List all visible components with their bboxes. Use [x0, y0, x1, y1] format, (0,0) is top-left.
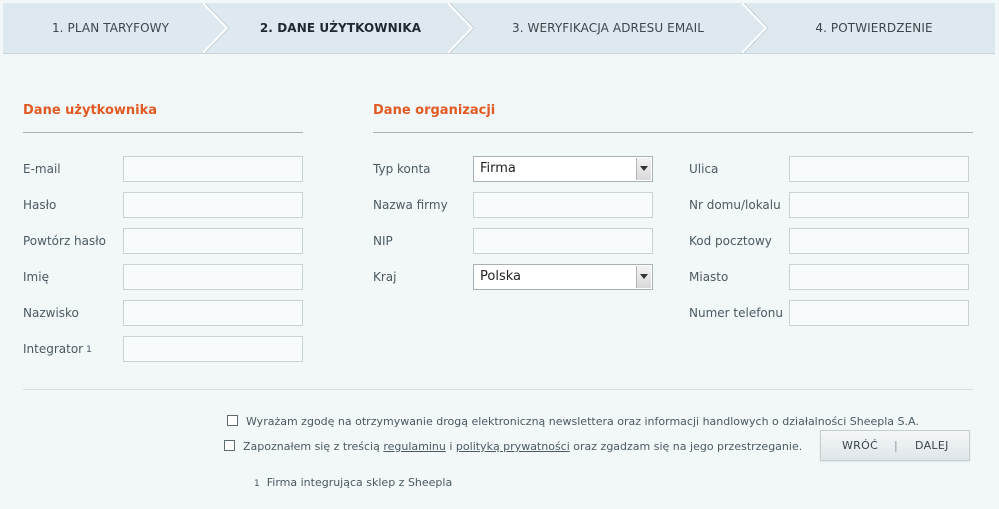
email-input[interactable] — [123, 156, 303, 182]
phone-input[interactable] — [789, 300, 969, 326]
terms-text-after: oraz zgadzam się na jego przestrzeganie. — [573, 440, 803, 453]
last-name-input[interactable] — [123, 300, 303, 326]
user-section-title: Dane użytkownika — [23, 103, 158, 118]
next-button[interactable]: DALEJ — [915, 431, 949, 460]
house-number-input[interactable] — [789, 192, 969, 218]
terms-checkbox[interactable] — [224, 440, 235, 451]
first-name-label: Imię — [23, 270, 49, 284]
country-label: Kraj — [373, 270, 397, 284]
first-name-input[interactable] — [123, 264, 303, 290]
phone-label: Numer telefonu — [689, 306, 783, 320]
user-section-rule — [23, 132, 303, 133]
step-separator-chevron — [448, 3, 475, 53]
privacy-policy-link[interactable]: polityką prywatności — [456, 440, 570, 453]
org-section-title: Dane organizacji — [373, 103, 496, 118]
wizard-steps: 1. PLAN TARYFOWY 2. DANE UŻYTKOWNIKA 3. … — [3, 3, 995, 54]
chevron-down-icon[interactable] — [636, 158, 651, 180]
step-separator-chevron — [203, 3, 230, 53]
password-label: Hasło — [23, 198, 57, 212]
street-label: Ulica — [689, 162, 719, 176]
nip-input[interactable] — [473, 228, 653, 254]
step-user-data: 2. DANE UŻYTKOWNIKA — [259, 21, 422, 35]
chevron-down-icon[interactable] — [636, 266, 651, 288]
postal-code-label: Kod pocztowy — [689, 234, 772, 248]
navigation-buttons: WRÓĆ | DALEJ — [820, 430, 970, 461]
form-divider — [23, 389, 973, 390]
repeat-password-input[interactable] — [123, 228, 303, 254]
company-name-label: Nazwa firmy — [373, 198, 448, 212]
button-separator: | — [894, 439, 898, 452]
city-label: Miasto — [689, 270, 729, 284]
org-section-rule — [373, 132, 973, 133]
repeat-password-label: Powtórz hasło — [23, 234, 107, 248]
terms-text-and: i — [449, 440, 453, 453]
city-input[interactable] — [789, 264, 969, 290]
footnote-text: Firma integrująca sklep z Sheepla — [266, 476, 453, 489]
company-name-input[interactable] — [473, 192, 653, 218]
account-type-value: Firma — [480, 161, 516, 176]
step-email-verification: 3. WERYFIKACJA ADRESU EMAIL — [511, 21, 705, 35]
email-label: E-mail — [23, 162, 61, 176]
account-type-select[interactable]: Firma — [473, 156, 653, 182]
integrator-input[interactable] — [123, 336, 303, 362]
last-name-label: Nazwisko — [23, 306, 79, 320]
integrator-label: Integrator 1 — [23, 336, 92, 362]
newsletter-checkbox[interactable] — [227, 415, 238, 426]
postal-code-input[interactable] — [789, 228, 969, 254]
newsletter-consent-text: Wyrażam zgodę na otrzymywanie drogą elek… — [246, 415, 919, 428]
terms-text-before: Zapoznałem się z treścią — [243, 440, 380, 453]
house-number-label: Nr domu/lokalu — [689, 198, 781, 212]
step-plan: 1. PLAN TARYFOWY — [51, 21, 170, 35]
country-value: Polska — [480, 269, 521, 284]
footnote-marker: 1 — [254, 479, 260, 489]
country-select[interactable]: Polska — [473, 264, 653, 290]
nip-label: NIP — [373, 234, 393, 248]
account-type-label: Typ konta — [373, 162, 431, 176]
terms-consent-text: Zapoznałem się z treścią regulaminu i po… — [243, 440, 802, 453]
terms-link[interactable]: regulaminu — [383, 440, 446, 453]
step-separator-chevron — [742, 3, 769, 53]
street-input[interactable] — [789, 156, 969, 182]
back-button[interactable]: WRÓĆ — [842, 431, 878, 460]
step-confirmation: 4. POTWIERDZENIE — [815, 21, 933, 35]
password-input[interactable] — [123, 192, 303, 218]
integrator-footnote-marker: 1 — [86, 345, 92, 355]
footnote: 1 Firma integrująca sklep z Sheepla — [254, 476, 452, 489]
integrator-label-text: Integrator — [23, 342, 84, 356]
